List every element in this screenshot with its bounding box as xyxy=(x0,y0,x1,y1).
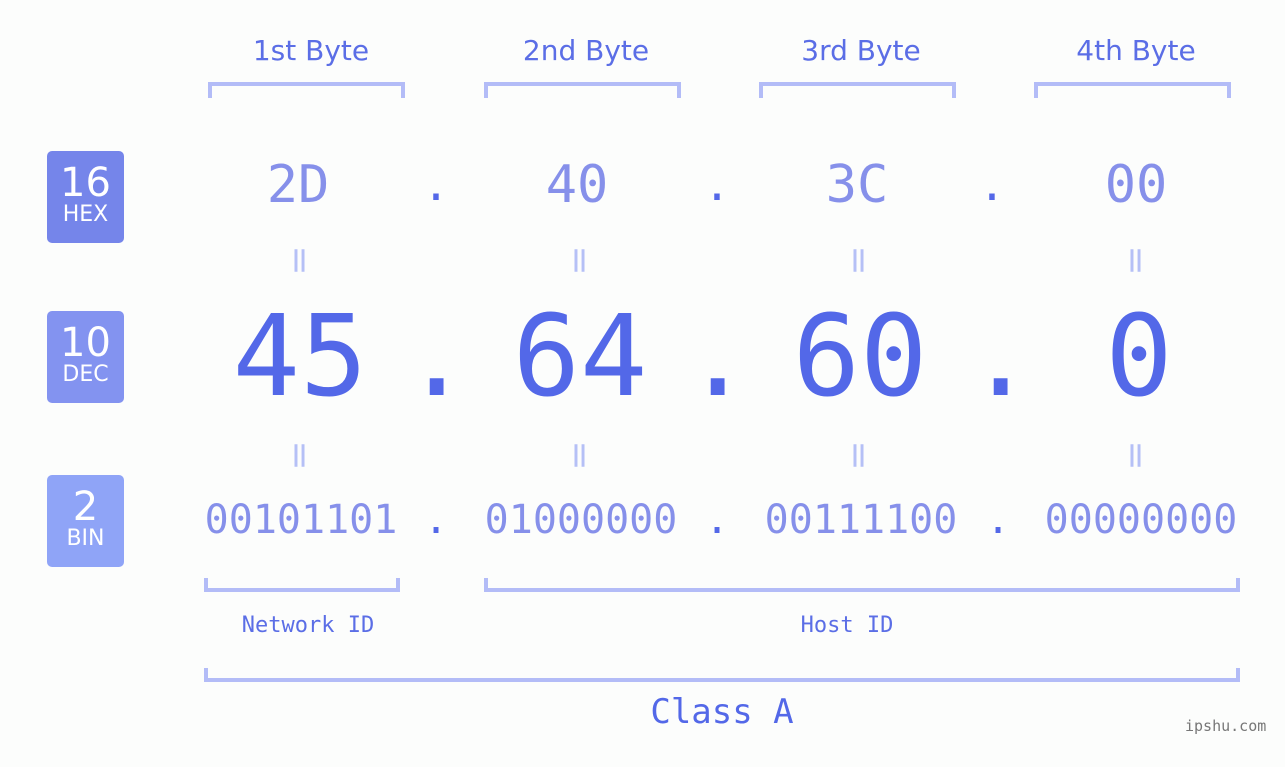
equals-icon: = xyxy=(1115,245,1157,276)
host-id-label: Host ID xyxy=(800,613,894,638)
hex-octet-3: 3C xyxy=(825,155,889,215)
dec-dot-1: . xyxy=(403,292,471,422)
equals-icon: = xyxy=(838,440,880,471)
hex-dot-2: . xyxy=(703,160,731,211)
hex-badge: 16 HEX xyxy=(47,151,124,243)
dec-badge: 10 DEC xyxy=(47,311,124,403)
bin-dot-2: . xyxy=(704,497,730,543)
equals-icon: = xyxy=(838,245,880,276)
bin-octet-4: 00000000 xyxy=(1044,497,1238,543)
equals-icon: = xyxy=(279,440,321,471)
byte-bracket-4 xyxy=(1034,82,1231,98)
bin-dot-1: . xyxy=(423,497,449,543)
dec-octet-1: 45 xyxy=(232,292,368,422)
byte-header-1: 1st Byte xyxy=(252,34,370,67)
equals-icon: = xyxy=(559,440,601,471)
watermark: ipshu.com xyxy=(1185,717,1267,735)
bin-octet-3: 00111100 xyxy=(764,497,958,543)
network-bracket xyxy=(204,578,400,592)
hex-label: HEX xyxy=(62,202,109,227)
byte-bracket-1 xyxy=(208,82,405,98)
bin-badge: 2 BIN xyxy=(47,475,124,567)
hex-octet-2: 40 xyxy=(545,155,609,215)
dec-base: 10 xyxy=(60,320,111,366)
bin-base: 2 xyxy=(72,484,99,530)
byte-header-2: 2nd Byte xyxy=(522,34,650,67)
bin-label: BIN xyxy=(66,526,105,551)
equals-icon: = xyxy=(279,245,321,276)
dec-dot-2: . xyxy=(684,292,752,422)
host-bracket xyxy=(484,578,1240,592)
network-id-label: Network ID xyxy=(241,613,375,638)
hex-dot-1: . xyxy=(422,160,450,211)
hex-octet-1: 2D xyxy=(266,155,330,215)
dec-octet-4: 0 xyxy=(1105,292,1173,422)
bin-octet-2: 01000000 xyxy=(484,497,678,543)
byte-header-4: 4th Byte xyxy=(1076,34,1196,67)
dec-dot-3: . xyxy=(967,292,1035,422)
hex-octet-4: 00 xyxy=(1104,155,1168,215)
hex-dot-3: . xyxy=(978,160,1006,211)
dec-label: DEC xyxy=(62,362,109,387)
class-bracket xyxy=(204,668,1240,682)
byte-bracket-2 xyxy=(484,82,681,98)
hex-base: 16 xyxy=(60,160,111,206)
equals-icon: = xyxy=(559,245,601,276)
byte-bracket-3 xyxy=(759,82,956,98)
byte-header-3: 3rd Byte xyxy=(801,34,921,67)
dec-octet-2: 64 xyxy=(512,292,648,422)
bin-dot-3: . xyxy=(985,497,1011,543)
dec-octet-3: 60 xyxy=(792,292,928,422)
class-label: Class A xyxy=(650,692,794,732)
bin-octet-1: 00101101 xyxy=(204,497,398,543)
equals-icon: = xyxy=(1115,440,1157,471)
